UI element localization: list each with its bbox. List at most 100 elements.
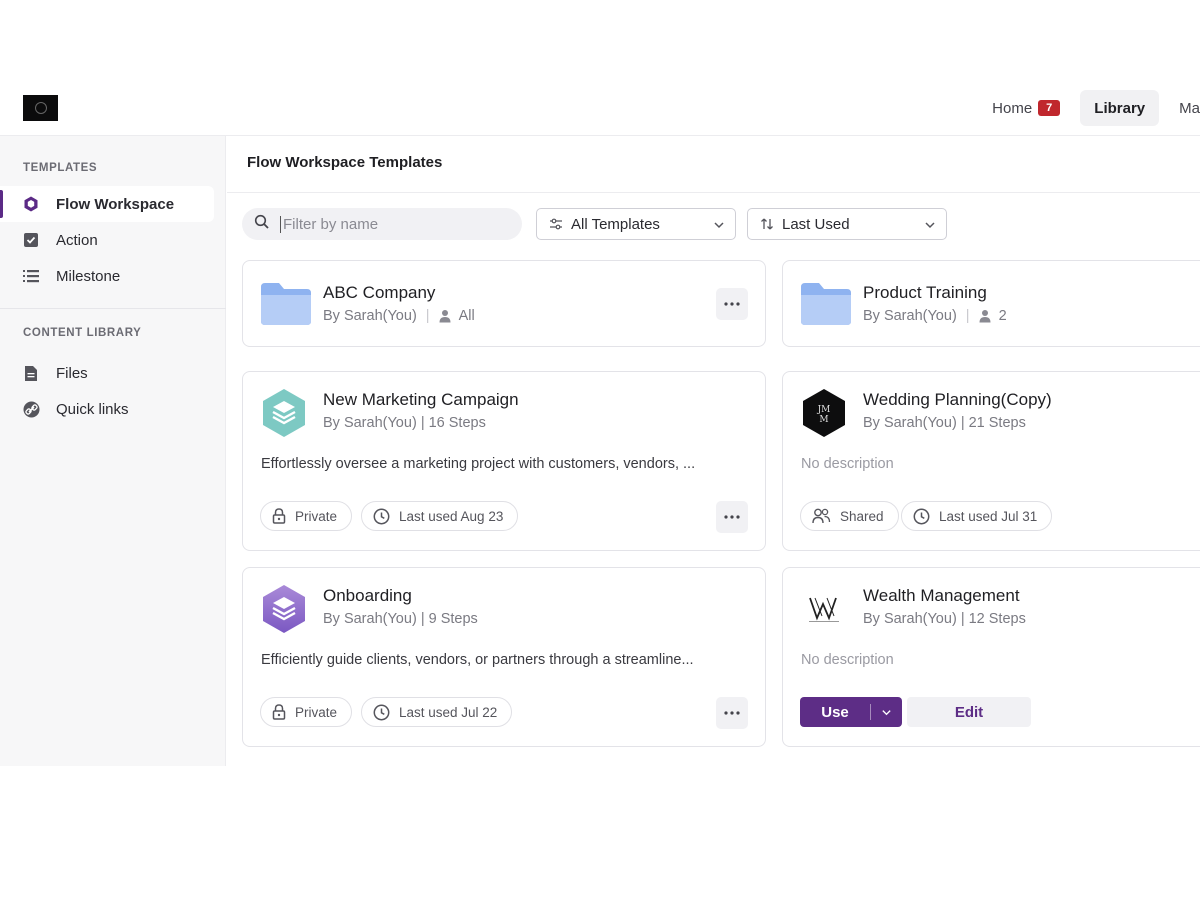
- last-used-label: Last used Aug 23: [399, 508, 504, 524]
- last-used-label: Last used Jul 22: [399, 704, 498, 720]
- filter-icon: [549, 217, 563, 231]
- template-author: By Sarah(You): [863, 415, 957, 431]
- chevron-down-icon[interactable]: [871, 707, 902, 718]
- main-content: Flow Workspace Templates All Templates L…: [227, 136, 1200, 766]
- sidebar-item-quick-links[interactable]: Quick links: [0, 391, 214, 427]
- svg-text:M: M: [819, 415, 828, 425]
- folder-author: By Sarah(You): [323, 308, 417, 324]
- wm-monogram-logo-icon: [801, 584, 847, 634]
- folder-meta: By Sarah(You) | 2: [863, 308, 1007, 324]
- separator: |: [965, 308, 970, 324]
- template-author: By Sarah(You): [863, 611, 957, 627]
- company-logo[interactable]: [23, 95, 58, 121]
- template-card[interactable]: New Marketing Campaign By Sarah(You) | 1…: [242, 371, 766, 551]
- folder-meta: By Sarah(You) | All: [323, 308, 475, 324]
- templates-heading: TEMPLATES: [23, 162, 98, 174]
- more-options-button[interactable]: [716, 697, 748, 729]
- top-nav: Home 7 Library Ma: [978, 90, 1200, 126]
- template-author: By Sarah(You): [323, 611, 417, 627]
- title-divider: [227, 192, 1200, 193]
- folder-icon: [261, 283, 311, 325]
- sort-select[interactable]: Last Used: [747, 208, 947, 240]
- link-icon: [22, 400, 40, 418]
- content-library-heading: CONTENT LIBRARY: [23, 327, 142, 339]
- template-meta: By Sarah(You) | 9 Steps: [323, 611, 478, 627]
- template-title: Onboarding: [323, 586, 412, 605]
- sidebar-item-label: Action: [56, 231, 98, 249]
- edit-template-button[interactable]: Edit: [907, 697, 1031, 727]
- person-icon: [979, 309, 991, 323]
- template-steps: | 12 Steps: [960, 611, 1026, 627]
- search-input[interactable]: [280, 215, 500, 233]
- template-meta: By Sarah(You) | 21 Steps: [863, 415, 1026, 431]
- ellipsis-icon: [724, 711, 740, 715]
- nav-more[interactable]: Ma: [1165, 90, 1200, 126]
- clock-icon: [913, 508, 930, 525]
- use-button-label: Use: [821, 703, 849, 721]
- visibility-chip: Shared: [800, 501, 899, 531]
- sidebar-item-action[interactable]: Action: [0, 222, 214, 258]
- nav-more-label: Ma: [1179, 99, 1200, 117]
- chevron-down-icon: [924, 218, 936, 235]
- folder-icon: [801, 283, 851, 325]
- svg-text:JM: JM: [817, 405, 831, 415]
- sidebar-item-flow-workspace[interactable]: Flow Workspace: [0, 186, 214, 222]
- use-template-button[interactable]: Use: [800, 697, 902, 727]
- separator: |: [425, 308, 430, 324]
- search-box[interactable]: [242, 208, 522, 240]
- template-title: Wedding Planning(Copy): [863, 390, 1052, 409]
- template-steps: | 9 Steps: [420, 611, 478, 627]
- more-options-button[interactable]: [716, 501, 748, 533]
- folder-author: By Sarah(You): [863, 308, 957, 324]
- nav-home-label: Home: [992, 99, 1033, 117]
- sidebar-item-label: Files: [56, 364, 88, 382]
- nav-home[interactable]: Home 7: [978, 90, 1074, 126]
- visibility-label: Private: [295, 704, 338, 720]
- visibility-chip: Private: [260, 697, 353, 727]
- last-used-label: Last used Jul 31: [939, 508, 1038, 524]
- more-options-button[interactable]: [716, 288, 748, 320]
- notification-badge: 7: [1038, 100, 1061, 116]
- template-steps: | 21 Steps: [960, 415, 1026, 431]
- sidebar-item-files[interactable]: Files: [0, 355, 214, 391]
- search-icon: [254, 214, 270, 235]
- template-description: No description: [801, 652, 894, 668]
- template-filter-select[interactable]: All Templates: [536, 208, 736, 240]
- last-used-chip: Last used Jul 31: [901, 501, 1053, 531]
- folder-card[interactable]: Product Training By Sarah(You) | 2: [782, 260, 1200, 347]
- person-icon: [439, 309, 451, 323]
- ellipsis-icon: [724, 515, 740, 519]
- stack-hexagon-icon: [261, 388, 307, 438]
- page-title: Flow Workspace Templates: [247, 154, 443, 171]
- folder-members: 2: [998, 308, 1007, 324]
- clock-icon: [373, 508, 390, 525]
- sidebar-item-label: Flow Workspace: [56, 195, 175, 213]
- template-description: Effortlessly oversee a marketing project…: [261, 456, 696, 472]
- stack-hexagon-icon: [261, 584, 307, 634]
- visibility-label: Shared: [840, 508, 884, 524]
- top-bar: Home 7 Library Ma: [0, 80, 1200, 136]
- template-title: Wealth Management: [863, 586, 1020, 605]
- ellipsis-icon: [724, 302, 740, 306]
- sidebar-item-milestone[interactable]: Milestone: [0, 258, 214, 294]
- sidebar-item-label: Quick links: [56, 400, 129, 418]
- template-title: New Marketing Campaign: [323, 390, 519, 409]
- template-author: By Sarah(You): [323, 415, 417, 431]
- edit-button-label: Edit: [954, 703, 984, 721]
- template-card[interactable]: Wealth Management By Sarah(You) | 12 Ste…: [782, 567, 1200, 747]
- list-icon: [22, 267, 40, 285]
- file-icon: [22, 364, 40, 382]
- folder-card[interactable]: ABC Company By Sarah(You) | All: [242, 260, 766, 347]
- last-used-chip: Last used Aug 23: [361, 501, 519, 531]
- monogram-logo-icon: JM M: [801, 388, 847, 438]
- template-steps: | 16 Steps: [420, 415, 486, 431]
- folder-title: Product Training: [863, 283, 987, 302]
- template-card[interactable]: Onboarding By Sarah(You) | 9 Steps Effic…: [242, 567, 766, 747]
- clock-icon: [373, 704, 390, 721]
- template-meta: By Sarah(You) | 16 Steps: [323, 415, 486, 431]
- template-card[interactable]: JM M Wedding Planning(Copy) By Sarah(You)…: [782, 371, 1200, 551]
- sidebar: TEMPLATES Flow Workspace Action Mileston…: [0, 136, 226, 766]
- nav-library[interactable]: Library: [1080, 90, 1160, 126]
- sidebar-item-label: Milestone: [56, 267, 121, 285]
- hexagon-icon: [22, 195, 40, 213]
